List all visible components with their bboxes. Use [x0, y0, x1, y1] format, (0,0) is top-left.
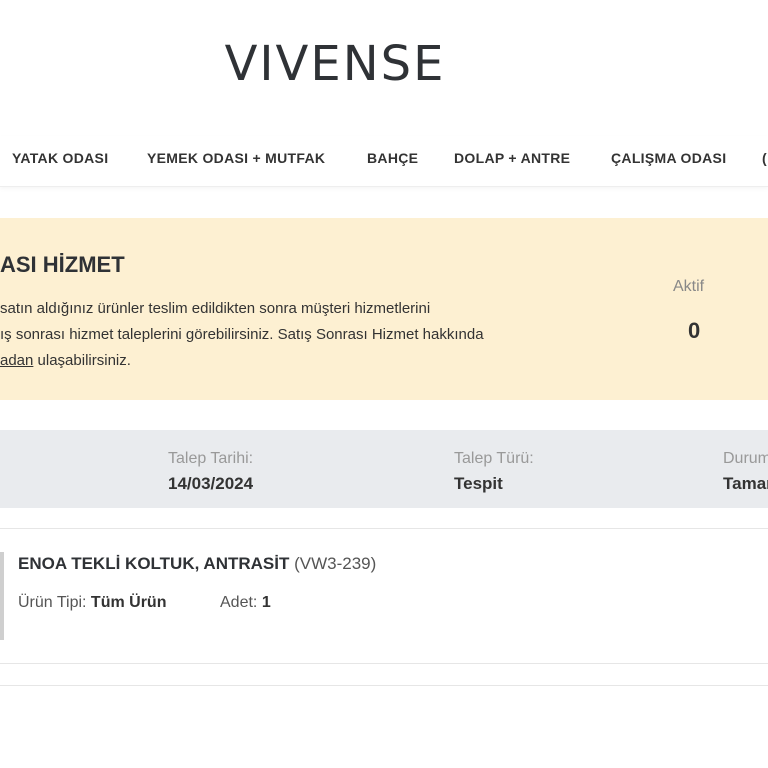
request-status-value: Tamar	[723, 474, 768, 493]
nav-item-yatak-odasi[interactable]: YATAK ODASI	[12, 150, 108, 166]
info-text-line-3: adan ulaşabilirsiniz.	[0, 352, 131, 369]
request-date-label: Talep Tarihi:	[168, 450, 254, 467]
product-code: (VW3-239)	[294, 554, 377, 573]
nav-item-calisma-odasi[interactable]: ÇALIŞMA ODASI	[611, 150, 726, 166]
info-text-line-1: satın aldığınız ürünler teslim edildikte…	[0, 300, 431, 317]
product-type-label: Ürün Tipi:	[18, 594, 87, 611]
category-nav: YATAK ODASI YEMEK ODASI + MUTFAK BAHÇE D…	[0, 136, 768, 187]
active-stat-label: Aktif	[673, 278, 705, 295]
after-sales-info-box: ASI HİZMET satın aldığınız ürünler tesli…	[0, 218, 768, 400]
nav-item-overflow[interactable]: (	[762, 150, 767, 166]
product-type: Ürün Tipi: Tüm Ürün	[18, 594, 166, 612]
request-date-value: 14/03/2024	[168, 474, 254, 493]
info-text-line-2: ış sonrası hizmet taleplerini görebilirs…	[0, 326, 484, 343]
product-qty-label: Adet:	[220, 594, 258, 611]
product-thumbnail[interactable]	[0, 552, 4, 640]
product-quantity: Adet: 1	[220, 594, 271, 612]
vivense-logo[interactable]: VIVENSE	[0, 36, 670, 92]
request-header: Talep Tarihi: 14/03/2024 Talep Türü: Tes…	[0, 430, 768, 508]
product-name[interactable]: ENOA TEKLİ KOLTUK, ANTRASİT (VW3-239)	[18, 554, 376, 574]
request-type-value: Tespit	[454, 474, 503, 493]
nav-item-bahce[interactable]: BAHÇE	[367, 150, 418, 166]
info-text-line-3-rest: ulaşabilirsiniz.	[33, 352, 131, 369]
product-type-value: Tüm Ürün	[90, 594, 167, 611]
divider	[0, 663, 768, 664]
product-qty-value: 1	[261, 594, 271, 611]
active-stat-value: 0	[688, 318, 701, 343]
info-link[interactable]: adan	[0, 352, 33, 369]
divider	[0, 685, 768, 686]
info-title: ASI HİZMET	[0, 252, 125, 277]
product-name-text: ENOA TEKLİ KOLTUK, ANTRASİT	[18, 554, 290, 573]
divider	[0, 528, 768, 529]
nav-item-yemek-odasi-mutfak[interactable]: YEMEK ODASI + MUTFAK	[147, 150, 325, 166]
nav-item-dolap-antre[interactable]: DOLAP + ANTRE	[454, 150, 570, 166]
request-type-label: Talep Türü:	[454, 450, 534, 467]
request-status-label: Durum	[723, 450, 768, 467]
